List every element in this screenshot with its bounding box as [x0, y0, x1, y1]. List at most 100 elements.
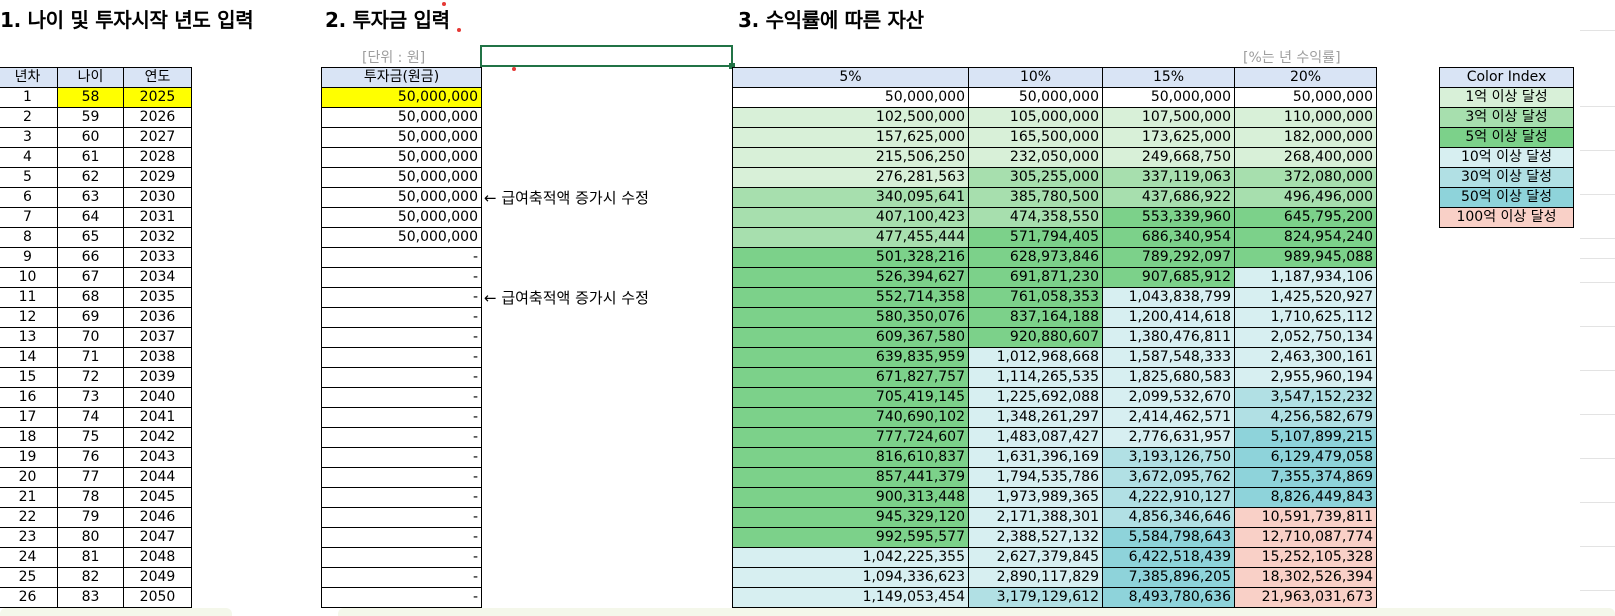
- age-table-cell[interactable]: 23: [0, 527, 58, 548]
- asset-cell[interactable]: 107,500,000: [1102, 107, 1235, 128]
- age-table-cell[interactable]: 19: [0, 447, 58, 468]
- age-table-cell[interactable]: 70: [57, 327, 124, 348]
- asset-cell[interactable]: 1,149,053,454: [732, 587, 969, 608]
- age-table-cell[interactable]: 2031: [123, 207, 192, 228]
- age-table-cell[interactable]: 9: [0, 247, 58, 268]
- investment-cell[interactable]: -: [321, 247, 482, 268]
- asset-cell[interactable]: 8,493,780,636: [1102, 587, 1235, 608]
- asset-cell[interactable]: 407,100,423: [732, 207, 969, 228]
- asset-cell[interactable]: 232,050,000: [968, 147, 1103, 168]
- asset-cell[interactable]: 761,058,353: [968, 287, 1103, 308]
- color-index-item[interactable]: 10억 이상 달성: [1439, 147, 1574, 168]
- asset-cell[interactable]: 628,973,846: [968, 247, 1103, 268]
- asset-cell[interactable]: 7,355,374,869: [1234, 467, 1377, 488]
- age-table-cell[interactable]: 2038: [123, 347, 192, 368]
- color-index-item[interactable]: 50억 이상 달성: [1439, 187, 1574, 208]
- investment-cell[interactable]: -: [321, 467, 482, 488]
- investment-cell[interactable]: -: [321, 287, 482, 308]
- asset-cell[interactable]: 50,000,000: [732, 87, 969, 108]
- asset-cell[interactable]: 4,856,346,646: [1102, 507, 1235, 528]
- age-table-cell[interactable]: 12: [0, 307, 58, 328]
- age-table-cell[interactable]: 71: [57, 347, 124, 368]
- asset-cell[interactable]: 276,281,563: [732, 167, 969, 188]
- asset-cell[interactable]: 8,826,449,843: [1234, 487, 1377, 508]
- asset-cell[interactable]: 907,685,912: [1102, 267, 1235, 288]
- asset-cell[interactable]: 526,394,627: [732, 267, 969, 288]
- asset-cell[interactable]: 18,302,526,394: [1234, 567, 1377, 588]
- asset-cell[interactable]: 2,388,527,132: [968, 527, 1103, 548]
- asset-cell[interactable]: 157,625,000: [732, 127, 969, 148]
- age-table-cell[interactable]: 5: [0, 167, 58, 188]
- investment-cell[interactable]: 50,000,000: [321, 147, 482, 168]
- asset-cell[interactable]: 3,179,129,612: [968, 587, 1103, 608]
- color-index-item[interactable]: 100억 이상 달성: [1439, 207, 1574, 228]
- asset-cell[interactable]: 305,255,000: [968, 167, 1103, 188]
- asset-cell[interactable]: 50,000,000: [968, 87, 1103, 108]
- age-table-cell[interactable]: 2039: [123, 367, 192, 388]
- age-table-cell[interactable]: 73: [57, 387, 124, 408]
- asset-cell[interactable]: 2,627,379,845: [968, 547, 1103, 568]
- age-table-cell[interactable]: 77: [57, 467, 124, 488]
- asset-cell[interactable]: 580,350,076: [732, 307, 969, 328]
- asset-cell[interactable]: 1,042,225,355: [732, 547, 969, 568]
- asset-cell[interactable]: 1,710,625,112: [1234, 307, 1377, 328]
- asset-cell[interactable]: 777,724,607: [732, 427, 969, 448]
- asset-cell[interactable]: 705,419,145: [732, 387, 969, 408]
- color-index-item[interactable]: 3억 이상 달성: [1439, 107, 1574, 128]
- asset-cell[interactable]: 340,095,641: [732, 187, 969, 208]
- asset-cell[interactable]: 15,252,105,328: [1234, 547, 1377, 568]
- asset-cell[interactable]: 686,340,954: [1102, 227, 1235, 248]
- age-table-cell[interactable]: 18: [0, 427, 58, 448]
- color-index-item[interactable]: 1억 이상 달성: [1439, 87, 1574, 108]
- asset-cell[interactable]: 920,880,607: [968, 327, 1103, 348]
- age-table-cell[interactable]: 65: [57, 227, 124, 248]
- age-table-cell[interactable]: 25: [0, 567, 58, 588]
- investment-cell[interactable]: -: [321, 527, 482, 548]
- asset-cell[interactable]: 2,890,117,829: [968, 567, 1103, 588]
- investment-cell[interactable]: -: [321, 347, 482, 368]
- color-index-item[interactable]: 5억 이상 달성: [1439, 127, 1574, 148]
- asset-cell[interactable]: 857,441,379: [732, 467, 969, 488]
- age-table-cell[interactable]: 4: [0, 147, 58, 168]
- age-table-cell[interactable]: 2044: [123, 467, 192, 488]
- age-table-cell[interactable]: 3: [0, 127, 58, 148]
- age-table-cell[interactable]: 2045: [123, 487, 192, 508]
- asset-cell[interactable]: 105,000,000: [968, 107, 1103, 128]
- asset-cell[interactable]: 385,780,500: [968, 187, 1103, 208]
- asset-cell[interactable]: 1,794,535,786: [968, 467, 1103, 488]
- age-table-cell[interactable]: 2: [0, 107, 58, 128]
- asset-cell[interactable]: 2,171,388,301: [968, 507, 1103, 528]
- asset-cell[interactable]: 215,506,250: [732, 147, 969, 168]
- age-table-cell[interactable]: 64: [57, 207, 124, 228]
- age-table-cell[interactable]: 24: [0, 547, 58, 568]
- asset-cell[interactable]: 249,668,750: [1102, 147, 1235, 168]
- age-table-cell[interactable]: 80: [57, 527, 124, 548]
- asset-cell[interactable]: 691,871,230: [968, 267, 1103, 288]
- age-table-cell[interactable]: 2043: [123, 447, 192, 468]
- asset-cell[interactable]: 1,825,680,583: [1102, 367, 1235, 388]
- investment-cell[interactable]: -: [321, 327, 482, 348]
- age-table-cell[interactable]: 17: [0, 407, 58, 428]
- age-table-cell[interactable]: 2042: [123, 427, 192, 448]
- age-table-cell[interactable]: 14: [0, 347, 58, 368]
- age-table-cell[interactable]: 26: [0, 587, 58, 608]
- age-table-cell[interactable]: 10: [0, 267, 58, 288]
- age-table-cell[interactable]: 22: [0, 507, 58, 528]
- investment-cell[interactable]: -: [321, 567, 482, 588]
- investment-cell[interactable]: -: [321, 447, 482, 468]
- age-table-cell[interactable]: 8: [0, 227, 58, 248]
- asset-cell[interactable]: 1,012,968,668: [968, 347, 1103, 368]
- age-table-cell[interactable]: 2034: [123, 267, 192, 288]
- investment-cell[interactable]: 50,000,000: [321, 107, 482, 128]
- asset-cell[interactable]: 4,222,910,127: [1102, 487, 1235, 508]
- asset-cell[interactable]: 7,385,896,205: [1102, 567, 1235, 588]
- asset-cell[interactable]: 1,380,476,811: [1102, 327, 1235, 348]
- age-table-cell[interactable]: 58: [57, 87, 124, 108]
- asset-cell[interactable]: 1,973,989,365: [968, 487, 1103, 508]
- asset-cell[interactable]: 740,690,102: [732, 407, 969, 428]
- age-table-cell[interactable]: 2033: [123, 247, 192, 268]
- color-index-item[interactable]: 30억 이상 달성: [1439, 167, 1574, 188]
- age-table-cell[interactable]: 2037: [123, 327, 192, 348]
- asset-cell[interactable]: 337,119,063: [1102, 167, 1235, 188]
- asset-cell[interactable]: 945,329,120: [732, 507, 969, 528]
